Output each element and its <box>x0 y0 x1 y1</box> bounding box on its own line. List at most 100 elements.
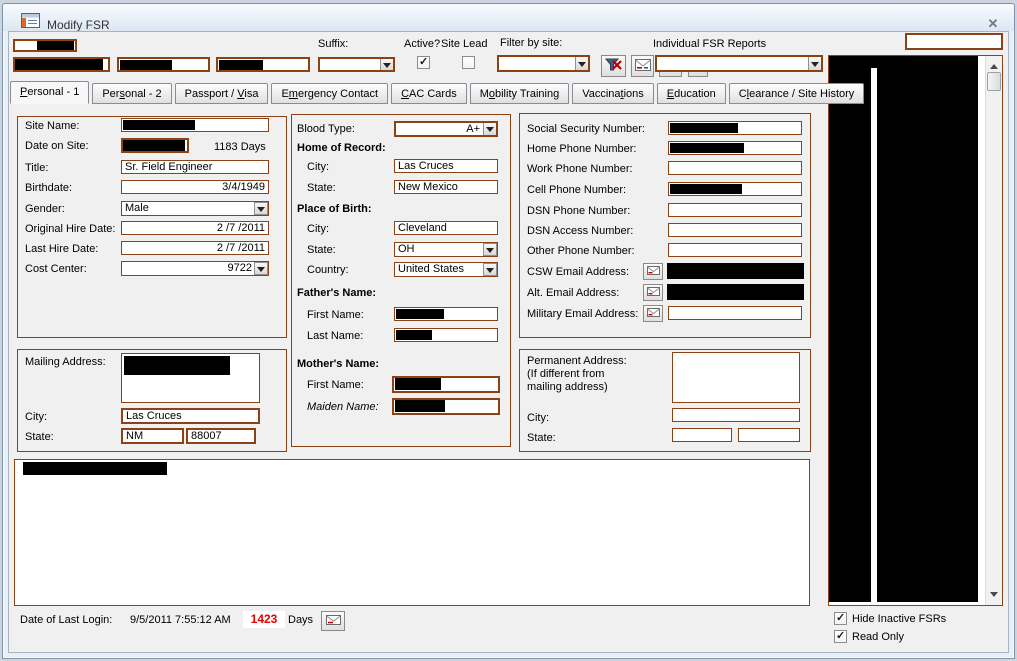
pob-country-label: Country: <box>307 264 349 276</box>
dsn-phone-field[interactable] <box>668 203 802 217</box>
maiden-name-field[interactable] <box>392 398 500 415</box>
tab-emergency-contact[interactable]: Emergency Contact <box>271 83 388 104</box>
email-button[interactable] <box>631 55 654 77</box>
pob-state-combo[interactable]: OH <box>394 242 498 257</box>
envelope-icon <box>647 266 660 278</box>
middle-name-field[interactable] <box>216 57 310 72</box>
window-title: Modify FSR <box>47 18 110 32</box>
csw-email-button[interactable] <box>643 263 663 280</box>
original-hire-date-field[interactable]: 2 /7 /2011 <box>121 221 269 235</box>
dsn-access-field[interactable] <box>668 223 802 237</box>
permanent-address-label-3: mailing address) <box>527 381 608 393</box>
home-phone-field[interactable] <box>668 141 802 155</box>
gender-combo[interactable]: Male <box>121 201 269 216</box>
pob-country-combo[interactable]: United States <box>394 262 498 277</box>
tab-cac-cards[interactable]: CAC Cards <box>391 83 467 104</box>
permanent-zip-field[interactable] <box>738 428 800 442</box>
title-field[interactable]: Sr. Field Engineer <box>121 160 269 174</box>
other-phone-field[interactable] <box>668 243 802 257</box>
mailing-zip-field[interactable]: 88007 <box>186 428 256 444</box>
mailing-city-field[interactable]: Las Cruces <box>121 408 260 424</box>
chevron-down-icon[interactable] <box>254 262 268 275</box>
close-icon[interactable]: ✕ <box>984 16 1002 32</box>
remove-filter-button[interactable] <box>601 55 626 77</box>
suffix-combo[interactable] <box>318 57 395 72</box>
scrollbar-thumb[interactable] <box>987 72 1001 91</box>
filter-by-site-combo[interactable] <box>497 55 590 72</box>
maiden-name-label: Maiden Name: <box>307 401 379 413</box>
tab-education[interactable]: Education <box>657 83 726 104</box>
tab-vaccinations[interactable]: Vaccinations <box>572 83 654 104</box>
last-hire-date-field[interactable]: 2 /7 /2011 <box>121 241 269 255</box>
top-right-field[interactable] <box>905 33 1003 50</box>
active-label: Active? <box>404 38 440 50</box>
individual-fsr-reports-combo[interactable] <box>655 55 823 72</box>
father-first-name-label: First Name: <box>307 309 364 321</box>
cost-center-label: Cost Center: <box>25 263 87 275</box>
tab-mobility-training[interactable]: Mobility Training <box>470 83 570 104</box>
mailing-city-label: City: <box>25 411 47 423</box>
tab-personal-2[interactable]: Personal - 2 <box>92 83 171 104</box>
mother-first-name-field[interactable] <box>392 376 500 393</box>
list-scrollbar[interactable] <box>985 56 1002 605</box>
chevron-down-icon[interactable] <box>380 58 394 71</box>
tab-bar: Personal - 1Personal - 2Passport / VisaE… <box>10 81 867 104</box>
envelope-icon <box>647 308 660 320</box>
permanent-address-label: Permanent Address: <box>527 355 627 367</box>
father-last-name-label: Last Name: <box>307 330 363 342</box>
tab-personal-1[interactable]: Personal - 1 <box>10 81 89 104</box>
alt-email-button[interactable] <box>643 284 663 301</box>
filter-by-site-label: Filter by site: <box>500 37 562 49</box>
chevron-down-icon[interactable] <box>808 56 822 71</box>
mailing-state-field[interactable]: NM <box>121 428 184 444</box>
father-last-name-field[interactable] <box>394 328 498 342</box>
suffix-label: Suffix: <box>318 38 348 50</box>
pob-city-field[interactable]: Cleveland <box>394 221 498 235</box>
place-of-birth-header: Place of Birth: <box>297 203 372 215</box>
active-checkbox[interactable]: ✓ <box>417 56 430 69</box>
military-email-button[interactable] <box>643 305 663 322</box>
tab-clearance-site-history[interactable]: Clearance / Site History <box>729 83 865 104</box>
hide-inactive-checkbox[interactable]: ✓ <box>834 612 847 625</box>
email-icon <box>635 59 651 74</box>
chevron-down-icon[interactable] <box>254 202 268 215</box>
hor-state-field[interactable]: New Mexico <box>394 180 498 194</box>
remove-filter-icon <box>605 57 623 75</box>
ssn-field[interactable] <box>668 121 802 135</box>
date-on-site-field[interactable] <box>121 138 189 153</box>
scroll-down-icon[interactable] <box>990 592 998 601</box>
father-first-name-field[interactable] <box>394 307 498 321</box>
blood-type-combo[interactable]: A+ <box>394 121 498 137</box>
chevron-down-icon[interactable] <box>483 122 497 136</box>
work-phone-field[interactable] <box>668 161 802 175</box>
form-icon <box>21 13 40 31</box>
first-name-field[interactable] <box>117 57 210 72</box>
ssn-label: Social Security Number: <box>527 123 645 135</box>
tab-passport-visa[interactable]: Passport / Visa <box>175 83 269 104</box>
record-id-field[interactable] <box>13 39 77 52</box>
scroll-up-icon[interactable] <box>990 60 998 69</box>
read-only-checkbox[interactable]: ✓ <box>834 630 847 643</box>
birthdate-field[interactable]: 3/4/1949 <box>121 180 269 194</box>
cost-center-combo[interactable]: 9722 <box>121 261 269 276</box>
gender-label: Gender: <box>25 203 65 215</box>
last-name-field[interactable] <box>13 57 110 72</box>
hor-city-field[interactable]: Las Cruces <box>394 159 498 173</box>
site-name-field[interactable] <box>121 118 269 132</box>
permanent-state-field[interactable] <box>672 428 732 442</box>
notes-textarea[interactable] <box>14 459 810 606</box>
hor-city-label: City: <box>307 161 329 173</box>
fathers-name-header: Father's Name: <box>297 287 376 299</box>
permanent-address-textarea[interactable] <box>672 352 800 403</box>
dsn-phone-label: DSN Phone Number: <box>527 205 630 217</box>
permanent-city-field[interactable] <box>672 408 800 422</box>
home-phone-label: Home Phone Number: <box>527 143 636 155</box>
site-lead-checkbox[interactable]: ✓ <box>462 56 475 69</box>
login-report-button[interactable] <box>321 611 345 631</box>
chevron-down-icon[interactable] <box>483 263 497 276</box>
chevron-down-icon[interactable] <box>483 243 497 256</box>
cell-phone-field[interactable] <box>668 182 802 196</box>
military-email-field[interactable] <box>668 306 802 320</box>
chevron-down-icon[interactable] <box>575 56 589 71</box>
mailing-address-textarea[interactable] <box>121 353 260 403</box>
